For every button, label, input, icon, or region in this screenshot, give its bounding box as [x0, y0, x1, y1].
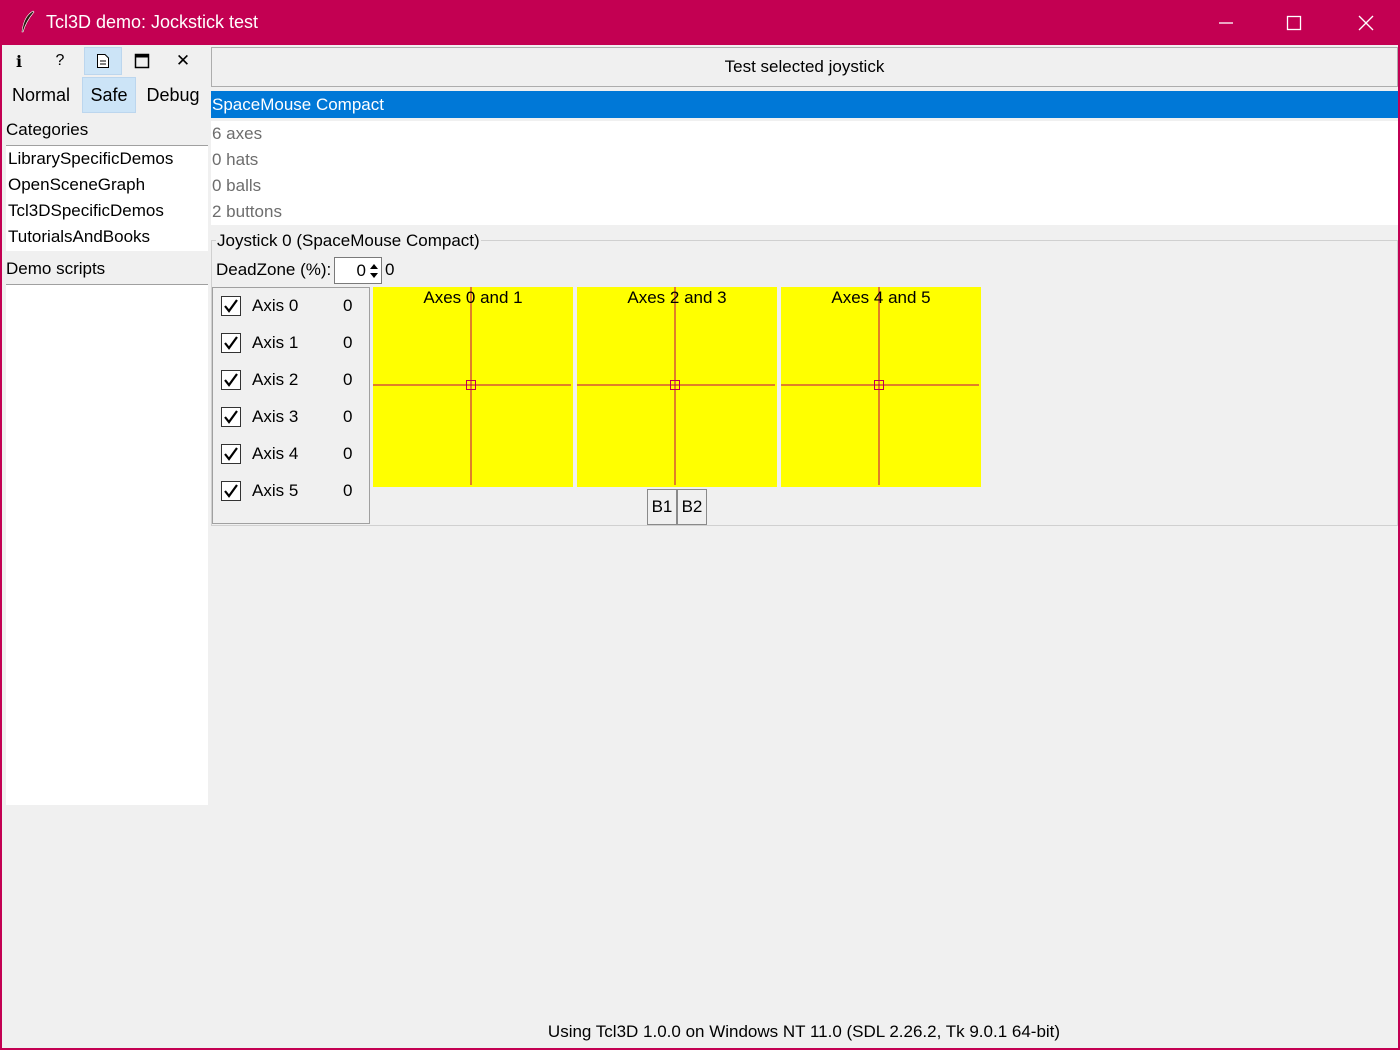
- info-button[interactable]: i: [0, 47, 38, 75]
- test-joystick-button[interactable]: Test selected joystick: [211, 47, 1398, 87]
- axis-row: Axis 5 0: [213, 477, 369, 507]
- axis-label: Axis 0: [252, 296, 299, 315]
- feather-icon: [21, 10, 35, 33]
- window-title: Tcl3D demo: Jockstick test: [46, 12, 259, 32]
- spin-arrows-icon[interactable]: [369, 260, 379, 282]
- axis-label: Axis 1: [252, 333, 299, 352]
- axes-pad[interactable]: Axes 0 and 1: [373, 287, 573, 487]
- mode-selector: Normal Safe Debug: [4, 75, 210, 113]
- checkmark-icon: [224, 299, 238, 313]
- axes-pad[interactable]: Axes 2 and 3: [577, 287, 777, 487]
- axis-value: 0: [343, 333, 353, 352]
- joystick-list-selected-item[interactable]: SpaceMouse Compact: [211, 91, 1398, 118]
- axis-label: Axis 5: [252, 481, 299, 500]
- pad-crosshair: [781, 287, 979, 485]
- deadzone-label: DeadZone (%):: [216, 260, 332, 279]
- deadzone-value: 0: [385, 260, 395, 279]
- axis-row: Axis 4 0: [213, 440, 369, 470]
- axis-label: Axis 2: [252, 370, 299, 389]
- axes-pad[interactable]: Axes 4 and 5: [781, 287, 981, 487]
- axis-row: Axis 2 0: [213, 366, 369, 396]
- maximize-window-icon: [134, 53, 150, 69]
- axis-label: Axis 4: [252, 444, 299, 463]
- help-icon: ?: [55, 52, 65, 69]
- axis-value: 0: [343, 481, 353, 500]
- axis-label: Axis 3: [252, 407, 299, 426]
- pad-title: Axes 0 and 1: [423, 288, 523, 307]
- mode-safe-button[interactable]: Safe: [82, 77, 136, 113]
- demo-scripts-label: Demo scripts: [6, 259, 106, 278]
- axis-checkbox[interactable]: [221, 370, 241, 390]
- axis-checkbox[interactable]: [221, 481, 241, 501]
- axis-value: 0: [343, 444, 353, 463]
- maximize-icon: [1286, 15, 1302, 31]
- pad-crosshair: [577, 287, 775, 485]
- axes-list: Axis 0 0 Axis 1 0 Axis 2 0 Axis 3 0 Axis…: [212, 287, 370, 524]
- maximize-view-button[interactable]: [123, 47, 161, 75]
- left-panel: i ? ✕ Normal Safe Debug Categories Libra…: [4, 45, 210, 1050]
- info-hats: 0 hats: [212, 150, 259, 169]
- close-icon: ✕: [175, 51, 191, 70]
- pad-title: Axes 4 and 5: [831, 288, 931, 307]
- mode-debug-button[interactable]: Debug: [140, 77, 206, 113]
- categories-label: Categories: [6, 120, 89, 139]
- close-window-button[interactable]: [1332, 0, 1400, 45]
- help-button[interactable]: ?: [41, 47, 79, 75]
- app-window: Tcl3D demo: Jockstick test i ? ✕ Normal …: [0, 0, 1400, 1050]
- axis-value: 0: [343, 296, 353, 315]
- axis-checkbox[interactable]: [221, 333, 241, 353]
- mode-normal-button[interactable]: Normal: [8, 77, 74, 113]
- axis-row: Axis 1 0: [213, 329, 369, 359]
- pad-crosshair: [373, 287, 571, 485]
- list-item[interactable]: Tcl3DSpecificDemos: [6, 198, 208, 224]
- axis-row: Axis 3 0: [213, 403, 369, 433]
- checkmark-icon: [224, 373, 238, 387]
- checkmark-icon: [224, 410, 238, 424]
- status-bar: Using Tcl3D 1.0.0 on Windows NT 11.0 (SD…: [547, 1022, 1061, 1041]
- info-axes: 6 axes: [212, 124, 263, 143]
- info-icon: i: [15, 51, 23, 71]
- categories-list[interactable]: LibrarySpecificDemos OpenSceneGraph Tcl3…: [6, 145, 208, 251]
- checkmark-icon: [224, 447, 238, 461]
- minimize-button[interactable]: [1192, 0, 1260, 45]
- info-buttons: 2 buttons: [212, 202, 282, 221]
- joystick-button-b2[interactable]: B2: [677, 489, 707, 525]
- axis-value: 0: [343, 407, 353, 426]
- maximize-button[interactable]: [1260, 0, 1328, 45]
- checkmark-icon: [224, 484, 238, 498]
- document-button[interactable]: [84, 47, 122, 75]
- deadzone-spinbox[interactable]: 0: [334, 257, 382, 284]
- joystick-info-box: 6 axes 0 hats 0 balls 2 buttons: [211, 121, 1398, 225]
- info-balls: 0 balls: [212, 176, 262, 195]
- list-item[interactable]: OpenSceneGraph: [6, 172, 208, 198]
- deadzone-spin-value: 0: [356, 261, 366, 280]
- axis-checkbox[interactable]: [221, 296, 241, 316]
- close-icon: [1358, 15, 1374, 31]
- list-item[interactable]: LibrarySpecificDemos: [6, 146, 208, 172]
- list-item[interactable]: TutorialsAndBooks: [6, 224, 208, 250]
- demo-scripts-list[interactable]: [6, 284, 208, 805]
- joystick-button-b1[interactable]: B1: [647, 489, 677, 525]
- pad-title: Axes 2 and 3: [627, 288, 727, 307]
- title-bar[interactable]: Tcl3D demo: Jockstick test: [2, 0, 1400, 45]
- checkmark-icon: [224, 336, 238, 350]
- joystick-group-title: Joystick 0 (SpaceMouse Compact): [216, 231, 481, 251]
- axis-checkbox[interactable]: [221, 444, 241, 464]
- axis-checkbox[interactable]: [221, 407, 241, 427]
- axis-value: 0: [343, 370, 353, 389]
- axis-row: Axis 0 0: [213, 292, 369, 322]
- toolbar: i ? ✕: [4, 47, 210, 75]
- close-demo-button[interactable]: ✕: [164, 47, 202, 75]
- document-icon: [97, 54, 109, 68]
- minimize-icon: [1219, 22, 1233, 24]
